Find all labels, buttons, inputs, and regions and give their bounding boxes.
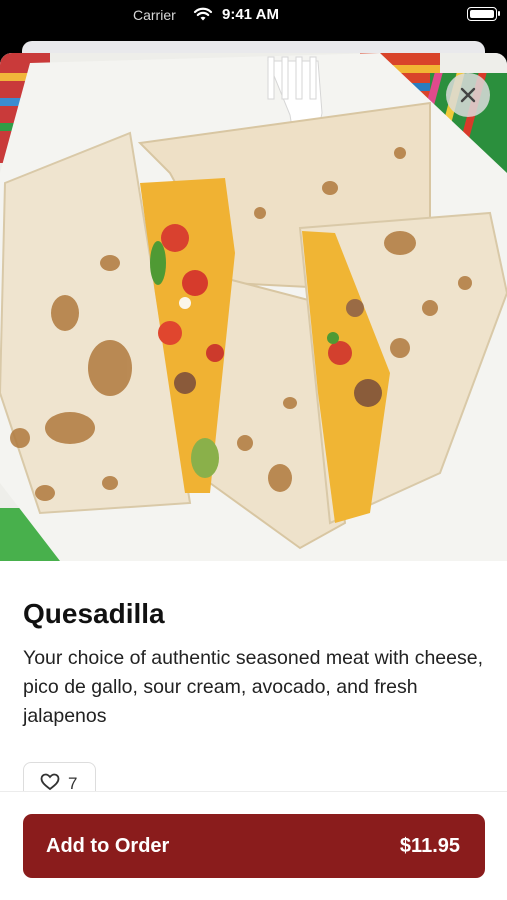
order-footer: Add to Order $11.95 (0, 791, 507, 900)
item-price: $11.95 (399, 834, 460, 857)
add-to-order-label: Add to Order (46, 834, 170, 857)
status-bar: Carrier 9:41 AM (0, 0, 507, 40)
battery-icon (467, 7, 500, 21)
clock: 9:41 AM (222, 6, 279, 23)
close-icon (459, 86, 477, 104)
item-title: Quesadilla (23, 598, 165, 629)
close-button[interactable] (446, 73, 490, 117)
carrier-label: Carrier (133, 7, 176, 23)
wifi-icon (193, 6, 213, 26)
add-to-order-button[interactable]: Add to Order $11.95 (23, 814, 485, 878)
item-detail-sheet: Quesadilla Your choice of authentic seas… (0, 53, 507, 900)
food-photo (0, 53, 507, 561)
item-description: Your choice of authentic seasoned meat w… (23, 647, 483, 727)
